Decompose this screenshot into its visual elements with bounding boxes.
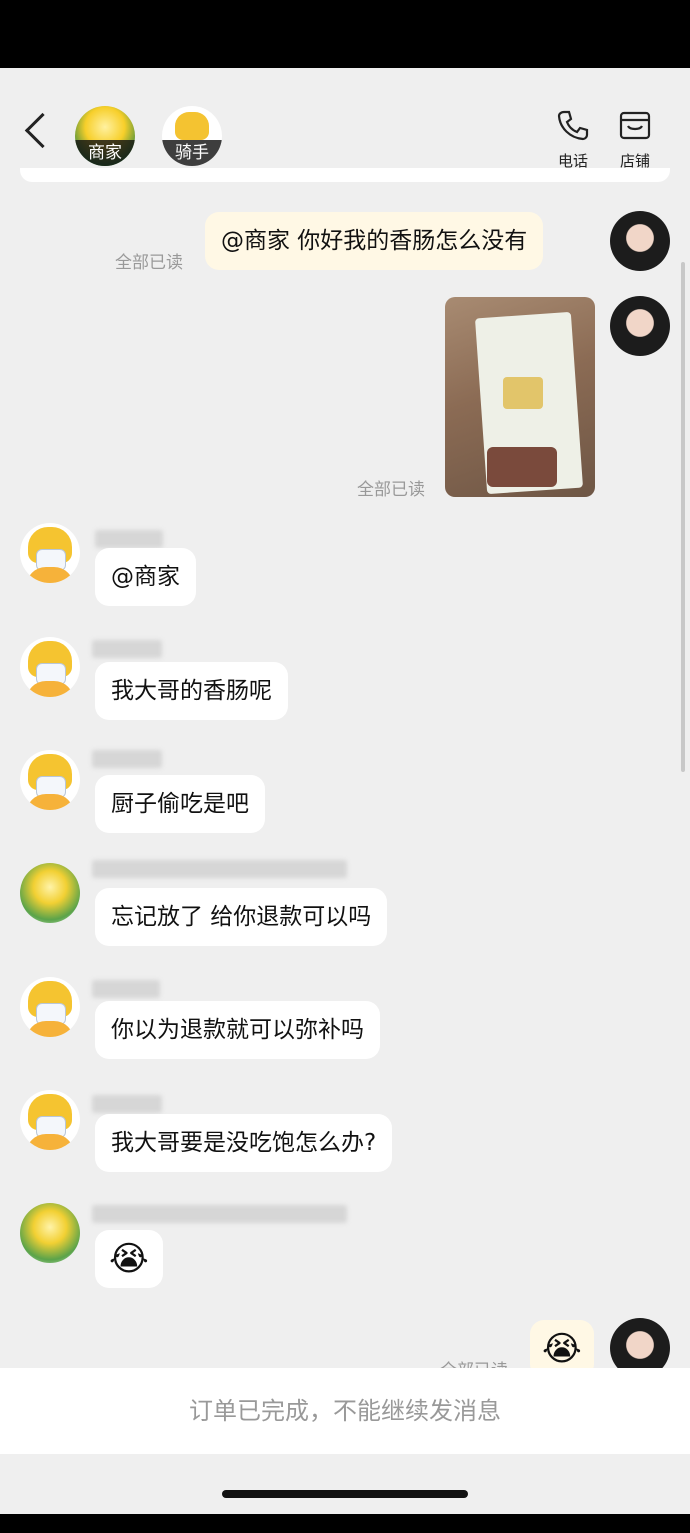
store-button[interactable]: 店铺 xyxy=(610,108,660,171)
user-avatar[interactable] xyxy=(610,211,670,271)
sender-name-blurred xyxy=(95,530,163,548)
chat-header: 商家 骑手 电话 店铺 xyxy=(0,68,690,178)
merchant-avatar[interactable]: 商家 xyxy=(75,106,135,166)
sender-name-blurred xyxy=(92,980,160,998)
sender-name-blurred xyxy=(92,1095,162,1113)
avatar-body xyxy=(26,1021,74,1037)
phone-icon xyxy=(557,110,589,141)
image-label-shape xyxy=(503,377,543,409)
home-indicator[interactable] xyxy=(222,1490,468,1498)
rider-avatar[interactable] xyxy=(20,977,80,1037)
merchant-label: 商家 xyxy=(75,140,135,166)
crying-face-icon: 😭 xyxy=(109,1239,149,1279)
rider-avatar[interactable] xyxy=(20,523,80,583)
message-bubble[interactable]: 我大哥要是没吃饱怎么办? xyxy=(95,1114,393,1172)
message-bubble[interactable]: 厨子偷吃是吧 xyxy=(95,775,265,833)
rider-avatar[interactable] xyxy=(20,637,80,697)
order-complete-notice: 订单已完成，不能继续发消息 xyxy=(189,1397,501,1425)
message-image[interactable] xyxy=(445,297,595,497)
read-status: 全部已读 xyxy=(115,253,183,273)
avatar-body xyxy=(26,1134,74,1150)
sender-name-blurred xyxy=(92,750,162,768)
phone-button[interactable]: 电话 xyxy=(548,108,598,171)
bottom-edge xyxy=(0,1514,690,1533)
message-bubble[interactable]: 忘记放了 给你退款可以吗 xyxy=(95,888,388,946)
avatar-body xyxy=(26,567,74,583)
image-filling-shape xyxy=(487,447,557,487)
emoji-message[interactable]: 😭 xyxy=(95,1230,163,1288)
rider-label: 骑手 xyxy=(162,140,222,166)
back-icon[interactable] xyxy=(24,112,61,149)
avatar-body xyxy=(26,794,74,810)
sender-name-blurred xyxy=(92,640,162,658)
rider-face-icon xyxy=(175,112,209,140)
message-bubble[interactable]: @商家 xyxy=(95,548,196,606)
merchant-avatar[interactable] xyxy=(20,1203,80,1263)
sender-name-blurred xyxy=(92,860,347,878)
rider-avatar[interactable]: 骑手 xyxy=(162,106,222,166)
status-bar xyxy=(0,0,690,68)
order-card-edge xyxy=(20,168,670,182)
merchant-avatar[interactable] xyxy=(20,863,80,923)
scrollbar[interactable] xyxy=(681,262,685,772)
sender-name-blurred xyxy=(92,1205,347,1223)
rider-avatar[interactable] xyxy=(20,1090,80,1150)
message-bubble[interactable]: @商家 你好我的香肠怎么没有 xyxy=(205,212,544,270)
read-status: 全部已读 xyxy=(357,480,425,500)
user-avatar[interactable] xyxy=(610,296,670,356)
input-disabled-bar: 订单已完成，不能继续发消息 xyxy=(0,1368,690,1454)
store-icon xyxy=(619,111,651,140)
rider-avatar[interactable] xyxy=(20,750,80,810)
avatar-body xyxy=(26,681,74,697)
message-bubble[interactable]: 我大哥的香肠呢 xyxy=(95,662,288,720)
crying-face-icon: 😭 xyxy=(542,1329,582,1369)
message-bubble[interactable]: 你以为退款就可以弥补吗 xyxy=(95,1001,380,1059)
